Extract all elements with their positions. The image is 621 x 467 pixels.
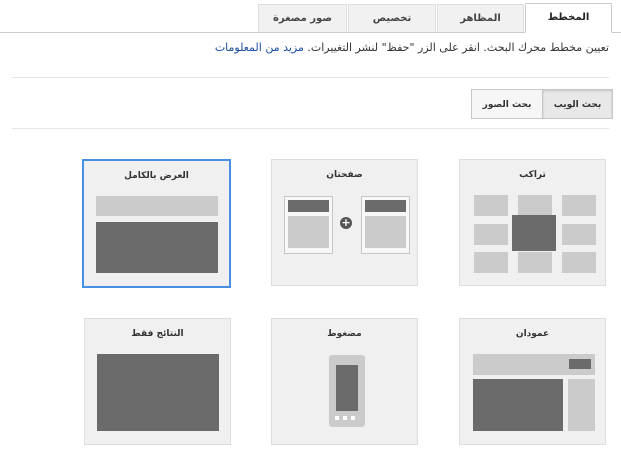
phone-button xyxy=(343,416,347,420)
layout-option-label: عمودان xyxy=(515,329,550,339)
layout-option-label: العرض بالكامل xyxy=(124,171,189,181)
two-column-thumb-main xyxy=(473,379,563,431)
layout-option-full-width[interactable]: العرض بالكامل xyxy=(82,159,231,288)
thumb-header-block xyxy=(365,200,406,212)
overlay-thumb-block xyxy=(474,252,508,273)
layout-option-two-page[interactable]: صفحتان + xyxy=(271,159,418,286)
layout-option-label: صفحتان xyxy=(326,170,363,180)
full-width-thumb-body xyxy=(96,222,218,273)
layout-description: تعيين مخطط محرك البحث. انقر على الزر "حف… xyxy=(19,41,609,54)
tab-layout[interactable]: المخطط xyxy=(525,3,612,33)
image-search-button[interactable]: بحث الصور xyxy=(471,89,543,119)
web-search-button[interactable]: بحث الويب xyxy=(542,89,613,119)
overlay-thumb-block xyxy=(562,224,596,245)
overlay-thumb-block xyxy=(518,195,552,216)
thumb-body-block xyxy=(365,216,406,248)
phone-icon xyxy=(329,355,365,427)
thumb-header-block xyxy=(288,200,329,212)
layout-option-label: تراكب xyxy=(519,170,546,180)
two-column-thumb-searchbox xyxy=(569,359,591,369)
phone-screen xyxy=(336,365,358,411)
layout-option-label: النتائج فقط xyxy=(131,329,184,339)
two-column-thumb-header xyxy=(473,354,595,375)
plus-icon: + xyxy=(340,216,352,229)
two-column-thumb-side xyxy=(568,379,595,431)
two-page-thumb-left xyxy=(284,196,333,254)
thumb-body-block xyxy=(288,216,329,248)
tab-themes[interactable]: المظاهر xyxy=(437,4,524,32)
layout-option-overlay[interactable]: تراكب xyxy=(459,159,606,286)
divider xyxy=(12,128,609,129)
two-page-thumb-right xyxy=(361,196,410,254)
overlay-thumb-block xyxy=(518,252,552,273)
overlay-thumb-block xyxy=(474,195,508,216)
learn-more-link[interactable]: مزيد من المعلومات xyxy=(215,41,304,54)
tab-bar: المخطط المظاهر تخصيص صور مصغرة xyxy=(0,0,621,33)
description-text: تعيين مخطط محرك البحث. انقر على الزر "حف… xyxy=(307,41,609,54)
layout-option-label: مضغوط xyxy=(327,329,362,339)
divider xyxy=(12,77,609,78)
layout-option-two-column[interactable]: عمودان xyxy=(459,318,606,445)
overlay-thumb-center xyxy=(512,215,556,251)
layout-option-results-only[interactable]: النتائج فقط xyxy=(84,318,231,445)
results-only-thumb-body xyxy=(97,354,219,431)
phone-button xyxy=(335,416,339,420)
layout-option-compact[interactable]: مضغوط xyxy=(271,318,418,445)
tab-thumbnails[interactable]: صور مصغرة xyxy=(258,4,347,32)
overlay-thumb-block xyxy=(562,252,596,273)
tab-customize[interactable]: تخصيص xyxy=(348,4,436,32)
overlay-thumb-block xyxy=(562,195,596,216)
full-width-thumb-header xyxy=(96,196,218,216)
overlay-thumb-block xyxy=(474,224,508,245)
phone-button xyxy=(351,416,355,420)
